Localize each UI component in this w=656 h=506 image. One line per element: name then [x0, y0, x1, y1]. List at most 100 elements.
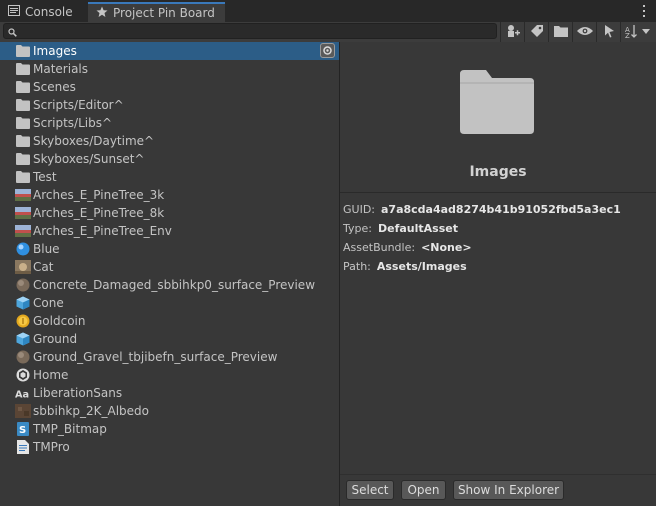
font-icon: Aa: [15, 386, 31, 400]
path-value: Assets/Images: [376, 260, 467, 273]
list-item-label: Scripts/Editor^: [33, 98, 124, 112]
select-button[interactable]: [596, 22, 620, 42]
list-item[interactable]: Ground_Gravel_tbjibefn_surface_Preview: [0, 348, 339, 366]
list-item-label: Materials: [33, 62, 89, 76]
prefab-icon: [15, 332, 31, 346]
list-item[interactable]: S TMP_Bitmap: [0, 420, 339, 438]
label-icon: [530, 24, 544, 41]
texture-icon: [15, 188, 31, 202]
list-item[interactable]: Skyboxes/Daytime^: [0, 132, 339, 150]
list-item[interactable]: Arches_E_PineTree_8k: [0, 204, 339, 222]
shader-icon: S: [15, 422, 31, 436]
folder-icon: [15, 134, 31, 148]
folder-filter-icon: [553, 25, 568, 40]
assetbundle-label: AssetBundle:: [343, 241, 416, 254]
select-asset-button[interactable]: Select: [346, 480, 394, 500]
list-item-label: Test: [33, 170, 57, 184]
asset-title: Images: [469, 164, 527, 180]
list-item[interactable]: Concrete_Damaged_sbbihkp0_surface_Previe…: [0, 276, 339, 294]
list-item-label: Arches_E_PineTree_Env: [33, 224, 172, 238]
type-label: Type:: [343, 222, 372, 235]
footer-separator: [340, 474, 656, 475]
visibility-button[interactable]: [572, 22, 596, 42]
list-item[interactable]: Arches_E_PineTree_Env: [0, 222, 339, 240]
folder-icon: [15, 80, 31, 94]
list-item-label: Scenes: [33, 80, 76, 94]
list-item[interactable]: TMPro: [0, 438, 339, 456]
path-label: Path:: [343, 260, 371, 273]
list-item[interactable]: Materials: [0, 60, 339, 78]
list-item[interactable]: Arches_E_PineTree_3k: [0, 186, 339, 204]
svg-text:S: S: [19, 425, 26, 436]
list-item-label: Ground: [33, 332, 78, 346]
list-item-label: Concrete_Damaged_sbbihkp0_surface_Previe…: [33, 278, 316, 292]
folder-icon: [15, 152, 31, 166]
more-options-icon[interactable]: [638, 3, 650, 19]
search-input[interactable]: [3, 23, 497, 39]
tab-console-label: Console: [25, 5, 73, 19]
guid-value[interactable]: a7a8cda4ad8274b41b91052fbd5a3ec1: [381, 203, 621, 216]
material-icon: [15, 242, 31, 256]
list-item[interactable]: Goldcoin: [0, 312, 339, 330]
list-item[interactable]: Scenes: [0, 78, 339, 96]
assetbundle-value: <None>: [421, 241, 472, 254]
list-item[interactable]: Images: [0, 42, 339, 60]
folder-icon: [15, 62, 31, 76]
path-row: Path: Assets/Images: [343, 260, 467, 276]
list-item[interactable]: Blue: [0, 240, 339, 258]
type-value: DefaultAsset: [377, 222, 458, 235]
folder-icon: [15, 44, 31, 58]
assetbundle-row: AssetBundle: <None>: [343, 241, 472, 257]
list-item-label: Cat: [33, 260, 54, 274]
texture-icon: [15, 404, 31, 418]
list-item[interactable]: sbbihkp_2K_Albedo: [0, 402, 339, 420]
folder-icon: [15, 98, 31, 112]
sort-button[interactable]: AZ: [620, 22, 656, 42]
list-item-label: TMP_Bitmap: [33, 422, 107, 436]
list-item-label: Home: [33, 368, 69, 382]
tab-project-pin-board-label: Project Pin Board: [113, 6, 215, 20]
open-button[interactable]: Open: [401, 480, 446, 500]
star-icon: [96, 6, 108, 21]
console-icon: [8, 5, 20, 19]
sphere-icon: [15, 278, 31, 292]
list-item[interactable]: Aa LiberationSans: [0, 384, 339, 402]
pin-settings-icon[interactable]: [320, 43, 335, 58]
list-item-label: Goldcoin: [33, 314, 86, 328]
type-row: Type: DefaultAsset: [343, 222, 458, 238]
guid-label: GUID:: [343, 203, 375, 216]
list-item-label: Arches_E_PineTree_8k: [33, 206, 165, 220]
texture-icon: [15, 224, 31, 238]
asset-detail-panel: Images GUID: a7a8cda4ad8274b41b91052fbd5a…: [340, 42, 656, 506]
tab-project-pin-board[interactable]: Project Pin Board: [88, 2, 225, 22]
select-arrow-icon: [603, 24, 615, 41]
label-filter-button[interactable]: [524, 22, 548, 42]
list-item[interactable]: Ground: [0, 330, 339, 348]
sort-icon: AZ: [625, 24, 653, 41]
unity-scene-icon: [15, 368, 31, 382]
list-item-label: Blue: [33, 242, 60, 256]
folder-icon: [15, 116, 31, 130]
list-item[interactable]: Scripts/Libs^: [0, 114, 339, 132]
list-item[interactable]: Cone: [0, 294, 339, 312]
list-item[interactable]: Cat: [0, 258, 339, 276]
list-item-label: LiberationSans: [33, 386, 123, 400]
list-item[interactable]: Home: [0, 366, 339, 384]
list-item-label: Skyboxes/Daytime^: [33, 134, 155, 148]
eye-icon: [576, 25, 593, 39]
folder-filter-button[interactable]: [548, 22, 572, 42]
list-item[interactable]: Skyboxes/Sunset^: [0, 150, 339, 168]
header-separator: [340, 192, 656, 193]
list-item[interactable]: Test: [0, 168, 339, 186]
coin-icon: [15, 314, 31, 328]
list-item-label: TMPro: [33, 440, 70, 454]
sphere-icon: [15, 350, 31, 364]
tab-console[interactable]: Console: [0, 2, 88, 22]
search-icon: [8, 26, 17, 40]
list-item-label: Images: [33, 44, 77, 58]
list-item[interactable]: Scripts/Editor^: [0, 96, 339, 114]
list-item-label: Skyboxes/Sunset^: [33, 152, 145, 166]
create-button[interactable]: [500, 22, 524, 42]
show-in-explorer-button[interactable]: Show In Explorer: [453, 480, 564, 500]
text-file-icon: [15, 440, 31, 454]
